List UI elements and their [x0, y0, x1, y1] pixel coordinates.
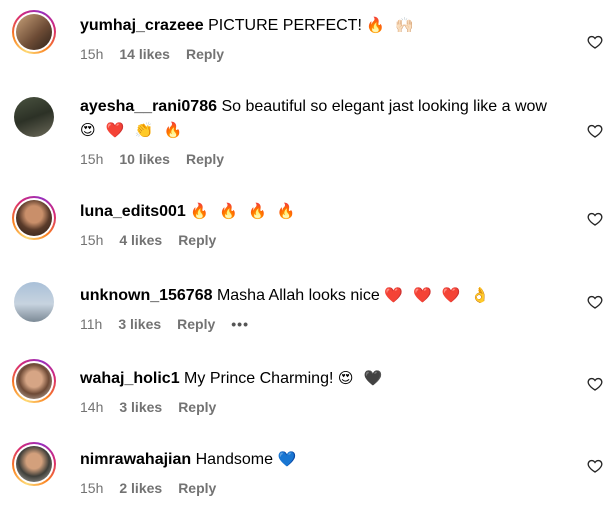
comment-time: 15h: [80, 46, 104, 62]
avatar[interactable]: [12, 359, 56, 403]
comment-text: PICTURE PERFECT!: [208, 17, 362, 34]
comment-meta: 15h 14 likes Reply: [80, 44, 550, 64]
comment-time: 15h: [80, 480, 104, 496]
comment-time: 14h: [80, 399, 104, 415]
comment-likes[interactable]: 3 likes: [118, 316, 161, 332]
comment-emoji: 🔥 🔥 🔥 🔥: [190, 203, 299, 220]
like-heart-icon[interactable]: [587, 294, 603, 310]
comments-list: yumhaj_crazeee PICTURE PERFECT! 🔥 🙌🏻 15h…: [0, 0, 610, 509]
reply-button[interactable]: Reply: [177, 316, 215, 332]
reply-button[interactable]: Reply: [178, 480, 216, 496]
like-heart-icon[interactable]: [587, 211, 603, 227]
reply-button[interactable]: Reply: [178, 232, 216, 248]
reply-button[interactable]: Reply: [178, 399, 216, 415]
like-heart-icon[interactable]: [587, 376, 603, 392]
avatar[interactable]: [12, 280, 56, 324]
comment-text: So beautiful so elegant jast looking lik…: [221, 98, 547, 115]
comment-meta: 15h 4 likes Reply: [80, 230, 550, 250]
comment-username[interactable]: nimrawahajian: [80, 451, 191, 468]
comment-time: 15h: [80, 151, 104, 167]
comment-likes[interactable]: 14 likes: [119, 46, 170, 62]
comment-username[interactable]: luna_edits001: [80, 203, 186, 220]
comment-likes[interactable]: 2 likes: [119, 480, 162, 496]
avatar[interactable]: [12, 196, 56, 240]
avatar[interactable]: [12, 95, 56, 139]
comment-meta: 15h 2 likes Reply: [80, 478, 550, 498]
comment-text: Handsome: [195, 451, 273, 468]
comment-username[interactable]: yumhaj_crazeee: [80, 17, 204, 34]
comment-meta: 11h 3 likes Reply •••: [80, 314, 550, 334]
like-heart-icon[interactable]: [587, 34, 603, 50]
comment-time: 15h: [80, 232, 104, 248]
comment-emoji: ❤️ ❤️ ❤️ 👌: [384, 287, 493, 304]
comment-likes[interactable]: 10 likes: [119, 151, 170, 167]
comment-emoji: 💙: [277, 451, 300, 468]
avatar[interactable]: [12, 442, 56, 486]
comment-username[interactable]: unknown_156768: [80, 287, 213, 304]
comment-emoji: 😍 🖤: [337, 370, 386, 387]
comment-text: My Prince Charming!: [184, 370, 334, 387]
comment-emoji: 😍 ❤️ 👏 🔥: [80, 122, 186, 139]
comment-text: Masha Allah looks nice: [216, 287, 380, 304]
comment-time: 11h: [80, 316, 103, 332]
comment-username[interactable]: wahaj_holic1: [80, 370, 180, 387]
reply-button[interactable]: Reply: [186, 151, 224, 167]
reply-button[interactable]: Reply: [186, 46, 224, 62]
like-heart-icon[interactable]: [587, 458, 603, 474]
avatar[interactable]: [12, 10, 56, 54]
like-heart-icon[interactable]: [587, 123, 603, 139]
comment-emoji: 🔥 🙌🏻: [366, 17, 417, 34]
comment-likes[interactable]: 3 likes: [119, 399, 162, 415]
comment-meta: 14h 3 likes Reply: [80, 397, 550, 417]
more-options-icon[interactable]: •••: [231, 316, 249, 332]
comment-meta: 15h 10 likes Reply: [80, 149, 550, 169]
comment-username[interactable]: ayesha__rani0786: [80, 98, 217, 115]
comment-likes[interactable]: 4 likes: [119, 232, 162, 248]
